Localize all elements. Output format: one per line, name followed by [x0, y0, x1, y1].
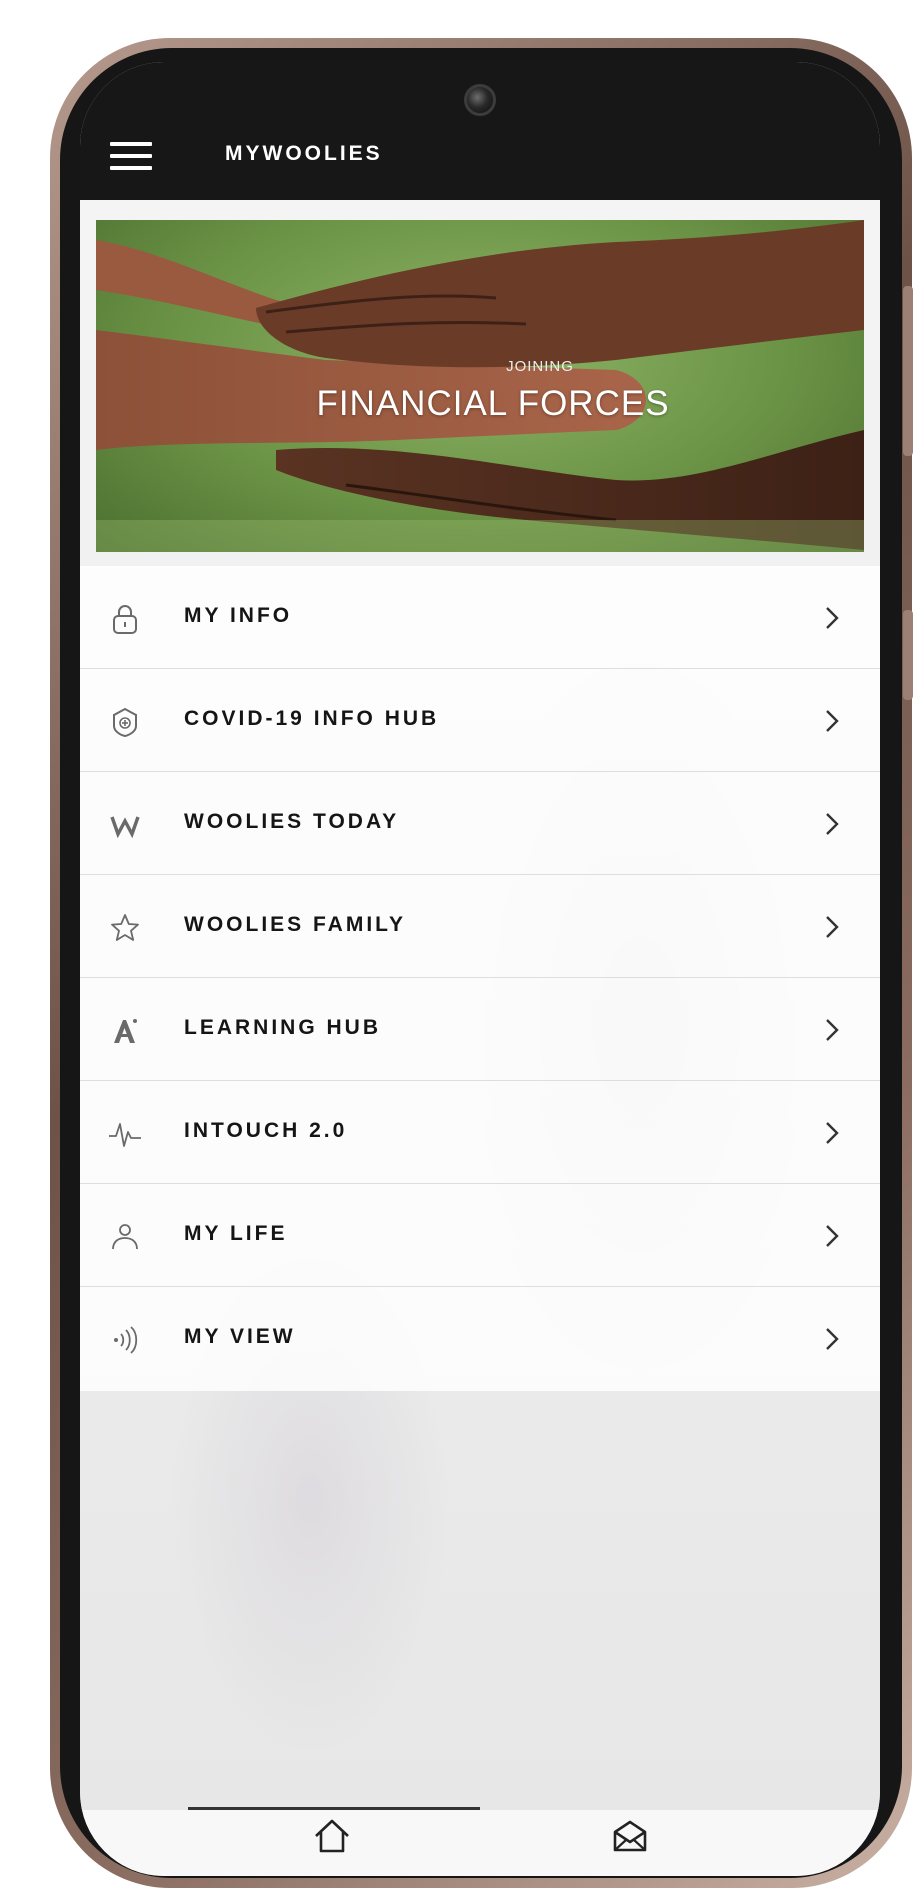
content-area: JOINING FINANCIAL FORCES MY INFO COVID-1…	[80, 200, 880, 1810]
menu-item-intouch-2-0[interactable]: INTOUCH 2.0	[80, 1081, 880, 1184]
menu-item-label: LEARNING HUB	[184, 1016, 381, 1039]
power-button	[903, 610, 913, 700]
hamburger-menu-icon[interactable]	[110, 142, 152, 172]
active-tab-indicator	[188, 1807, 480, 1810]
menu-item-woolies-family[interactable]: WOOLIES FAMILY	[80, 875, 880, 978]
chevron-right-icon	[826, 710, 839, 732]
mail-icon[interactable]	[606, 1814, 654, 1858]
volume-button	[903, 286, 913, 456]
broadcast-icon	[108, 1323, 142, 1357]
menu-item-label: COVID-19 INFO HUB	[184, 707, 440, 730]
chevron-right-icon	[826, 813, 839, 835]
menu-item-my-info[interactable]: MY INFO	[80, 566, 880, 669]
app-title: MYWOOLIES	[225, 142, 383, 165]
w-logo-icon	[108, 808, 142, 842]
learning-a-icon	[108, 1014, 142, 1048]
chevron-right-icon	[826, 1225, 839, 1247]
menu-item-label: WOOLIES FAMILY	[184, 913, 407, 936]
menu-item-label: MY LIFE	[184, 1222, 288, 1245]
main-menu: MY INFO COVID-19 INFO HUB WOOLIES TODAY …	[80, 566, 880, 1391]
lock-icon	[108, 602, 142, 636]
menu-item-label: INTOUCH 2.0	[184, 1119, 348, 1142]
menu-item-covid-19-info-hub[interactable]: COVID-19 INFO HUB	[80, 669, 880, 772]
banner-image[interactable]: JOINING FINANCIAL FORCES	[96, 220, 864, 552]
home-icon[interactable]	[308, 1814, 356, 1858]
chevron-right-icon	[826, 1122, 839, 1144]
menu-item-label: MY VIEW	[184, 1325, 296, 1348]
menu-item-woolies-today[interactable]: WOOLIES TODAY	[80, 772, 880, 875]
chevron-right-icon	[826, 1328, 839, 1350]
menu-item-my-life[interactable]: MY LIFE	[80, 1184, 880, 1287]
menu-item-label: MY INFO	[184, 604, 293, 627]
star-icon	[108, 911, 142, 945]
app-bar: MYWOOLIES	[80, 62, 880, 200]
menu-item-my-view[interactable]: MY VIEW	[80, 1287, 880, 1391]
shield-plus-icon	[108, 705, 142, 739]
pulse-icon	[108, 1117, 142, 1151]
menu-item-label: WOOLIES TODAY	[184, 810, 400, 833]
screen: MYWOOLIES JOINING FINANCIAL FORCES MY IN…	[80, 62, 880, 1876]
chevron-right-icon	[826, 607, 839, 629]
chevron-right-icon	[826, 916, 839, 938]
menu-item-learning-hub[interactable]: LEARNING HUB	[80, 978, 880, 1081]
front-camera	[464, 84, 496, 116]
bottom-nav	[80, 1810, 880, 1876]
banner-subtitle: JOINING	[506, 358, 574, 375]
chevron-right-icon	[826, 1019, 839, 1041]
person-icon	[108, 1220, 142, 1254]
banner-title: FINANCIAL FORCES	[316, 384, 670, 423]
